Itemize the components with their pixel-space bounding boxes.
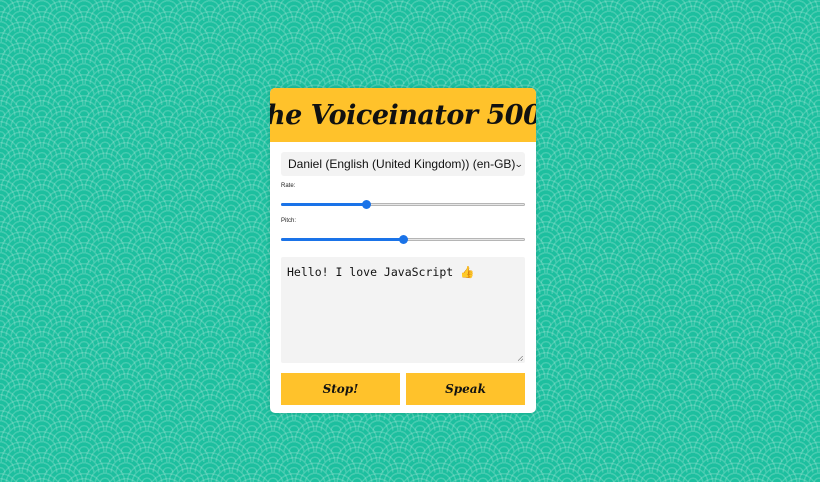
stop-button[interactable]: Stop!	[281, 373, 400, 405]
voice-select[interactable]: Daniel (English (United Kingdom)) (en-GB…	[281, 152, 525, 176]
pitch-slider-fill	[281, 238, 403, 241]
message-textarea[interactable]: Hello! I love JavaScript 👍	[281, 257, 525, 363]
header-bar: The Voiceinator 5000	[270, 88, 536, 142]
action-buttons: Stop! Speak	[281, 373, 525, 405]
rate-slider-thumb[interactable]	[361, 199, 371, 209]
controls-area: Daniel (English (United Kingdom)) (en-GB…	[270, 142, 536, 405]
pitch-label: Pitch:	[281, 218, 297, 224]
pitch-slider-thumb[interactable]	[398, 234, 408, 244]
speak-button[interactable]: Speak	[406, 373, 525, 405]
voiceinator-panel: The Voiceinator 5000 Daniel (English (Un…	[270, 88, 536, 413]
voice-selected-value: Daniel (English (United Kingdom)) (en-GB…	[288, 157, 516, 171]
pitch-slider[interactable]	[281, 232, 525, 246]
message-text: Hello! I love JavaScript 👍	[287, 265, 475, 279]
chevron-down-icon: ⌄	[514, 158, 525, 169]
rate-label: Rate:	[281, 183, 296, 189]
resize-handle-icon[interactable]	[518, 356, 523, 361]
rate-slider[interactable]	[281, 197, 525, 211]
page-title: The Voiceinator 5000	[270, 99, 536, 131]
rate-slider-fill	[281, 203, 367, 206]
